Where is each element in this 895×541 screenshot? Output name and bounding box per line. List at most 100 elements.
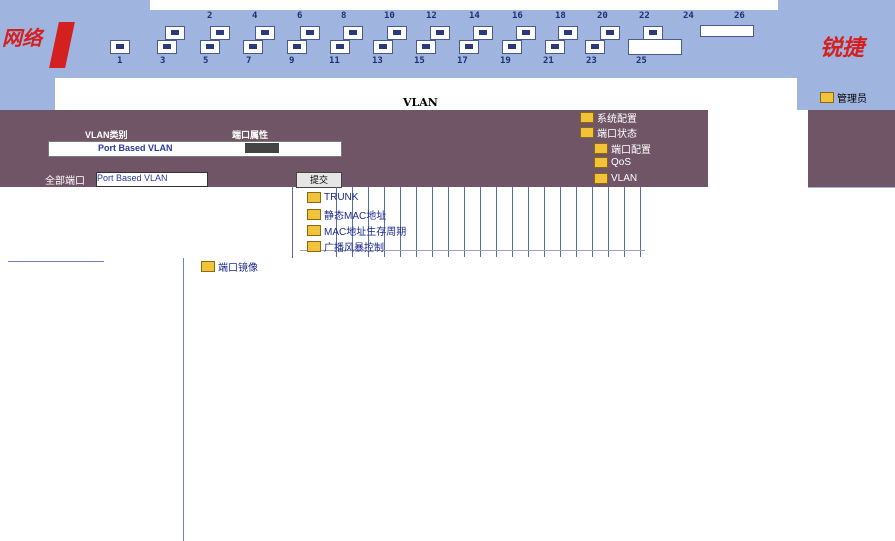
- folder-icon: [594, 173, 608, 184]
- port-number-7: 7: [246, 56, 252, 66]
- vlan-type-row[interactable]: [48, 141, 342, 157]
- vlan-mode-select[interactable]: Port Based VLAN: [96, 172, 208, 187]
- menu-port-mirror[interactable]: 端口镜像: [201, 259, 258, 274]
- folder-icon: [580, 112, 594, 123]
- menu-static-mac-label: 静态MAC地址: [324, 211, 387, 222]
- port-number-10: 10: [384, 11, 395, 21]
- menu-system-config[interactable]: 系统配置: [580, 110, 637, 125]
- port-8[interactable]: [300, 26, 320, 40]
- menu-port-config[interactable]: 端口配置: [594, 141, 651, 156]
- port-13[interactable]: [373, 40, 393, 54]
- menu-static-mac[interactable]: 静态MAC地址: [307, 207, 386, 222]
- port-number-1: 1: [117, 56, 123, 66]
- frame-divider: [183, 258, 184, 541]
- port-5[interactable]: [200, 40, 220, 54]
- port-26-sfp[interactable]: [700, 25, 754, 37]
- port-15[interactable]: [416, 40, 436, 54]
- menu-trunk-label: TRUNK: [324, 192, 359, 203]
- port-number-19: 19: [500, 56, 511, 66]
- port-9[interactable]: [287, 40, 307, 54]
- folder-icon: [580, 127, 594, 138]
- port-number-25: 25: [636, 56, 647, 66]
- folder-icon: [201, 261, 215, 272]
- port-18[interactable]: [516, 26, 536, 40]
- port-4[interactable]: [210, 26, 230, 40]
- menu-mac-aging-label: MAC地址生存周期: [324, 227, 407, 238]
- port-number-23: 23: [586, 56, 597, 66]
- vlan-type-label: VLAN类别: [85, 130, 128, 140]
- port-3[interactable]: [157, 40, 177, 54]
- port-number-14: 14: [469, 11, 480, 21]
- port-number-21: 21: [543, 56, 554, 66]
- all-ports-label: 全部端口: [45, 176, 85, 187]
- port-number-11: 11: [329, 56, 340, 66]
- port-2[interactable]: [165, 26, 185, 40]
- menu-qos[interactable]: QoS: [594, 157, 631, 168]
- logo-right: 锐捷: [820, 35, 865, 60]
- port-23[interactable]: [585, 40, 605, 54]
- port-number-13: 13: [372, 56, 383, 66]
- port-12[interactable]: [387, 26, 407, 40]
- port-number-16: 16: [512, 11, 523, 21]
- port-number-26: 26: [734, 11, 745, 21]
- menu-vlan[interactable]: VLAN: [594, 173, 637, 184]
- port-number-2: 2: [207, 11, 213, 21]
- menu-admin-label: 管理员: [837, 94, 867, 105]
- port-number-20: 20: [597, 11, 608, 21]
- folder-icon: [594, 157, 608, 168]
- port-number-17: 17: [457, 56, 468, 66]
- port-number-18: 18: [555, 11, 566, 21]
- port-number-5: 5: [203, 56, 209, 66]
- port-number-9: 9: [289, 56, 295, 66]
- menu-port-mirror-label: 端口镜像: [218, 263, 258, 274]
- menu-admin[interactable]: 管理员: [820, 90, 867, 105]
- port-21[interactable]: [545, 40, 565, 54]
- port-attr-label: 端口属性: [232, 130, 269, 140]
- menu-mac-aging[interactable]: MAC地址生存周期: [307, 223, 406, 238]
- port-10[interactable]: [343, 26, 363, 40]
- port-22[interactable]: [600, 26, 620, 40]
- port-number-8: 8: [341, 11, 347, 21]
- logo-left: 网络: [2, 28, 42, 50]
- submit-button[interactable]: 提交: [296, 172, 342, 188]
- port-number-3: 3: [160, 56, 166, 66]
- port-16[interactable]: [473, 26, 493, 40]
- menu-port-status-label: 端口状态: [597, 129, 637, 140]
- folder-icon: [594, 143, 608, 154]
- config-panel-gap: [708, 110, 808, 187]
- menu-qos-label: QoS: [611, 157, 632, 168]
- menu-port-status[interactable]: 端口状态: [580, 125, 637, 140]
- menu-port-config-label: 端口配置: [611, 145, 651, 156]
- frame-separator: [8, 261, 104, 262]
- folder-icon: [307, 241, 321, 252]
- menu-vlan-label: VLAN: [611, 173, 638, 184]
- port-7[interactable]: [243, 40, 263, 54]
- port-11[interactable]: [330, 40, 350, 54]
- menu-broadcast-storm-label: 广播风暴控制: [324, 243, 384, 254]
- port-number-22: 22: [639, 11, 650, 21]
- port-6[interactable]: [255, 26, 275, 40]
- port-attr-indicator: [245, 143, 279, 153]
- menu-system-config-label: 系统配置: [597, 114, 637, 125]
- port-number-12: 12: [426, 11, 437, 21]
- menu-broadcast-storm[interactable]: 广播风暴控制: [307, 239, 384, 254]
- port-number-4: 4: [252, 11, 258, 21]
- port-20[interactable]: [558, 26, 578, 40]
- port-24[interactable]: [643, 26, 663, 40]
- port-1[interactable]: [110, 40, 130, 54]
- menu-trunk[interactable]: TRUNK: [307, 192, 358, 203]
- folder-icon: [820, 92, 834, 103]
- port-14[interactable]: [430, 26, 450, 40]
- port-19[interactable]: [502, 40, 522, 54]
- folder-icon: [307, 192, 321, 203]
- vlan-type-value: Port Based VLAN: [98, 143, 173, 153]
- port-25-sfp[interactable]: [628, 39, 682, 55]
- menu-tree-line: [292, 186, 293, 258]
- page-title: VLAN: [403, 96, 438, 109]
- port-number-24: 24: [683, 11, 694, 21]
- port-number-15: 15: [414, 56, 425, 66]
- port-17[interactable]: [459, 40, 479, 54]
- folder-icon: [307, 209, 321, 220]
- header-top-strip: [150, 0, 778, 10]
- port-number-6: 6: [297, 11, 303, 21]
